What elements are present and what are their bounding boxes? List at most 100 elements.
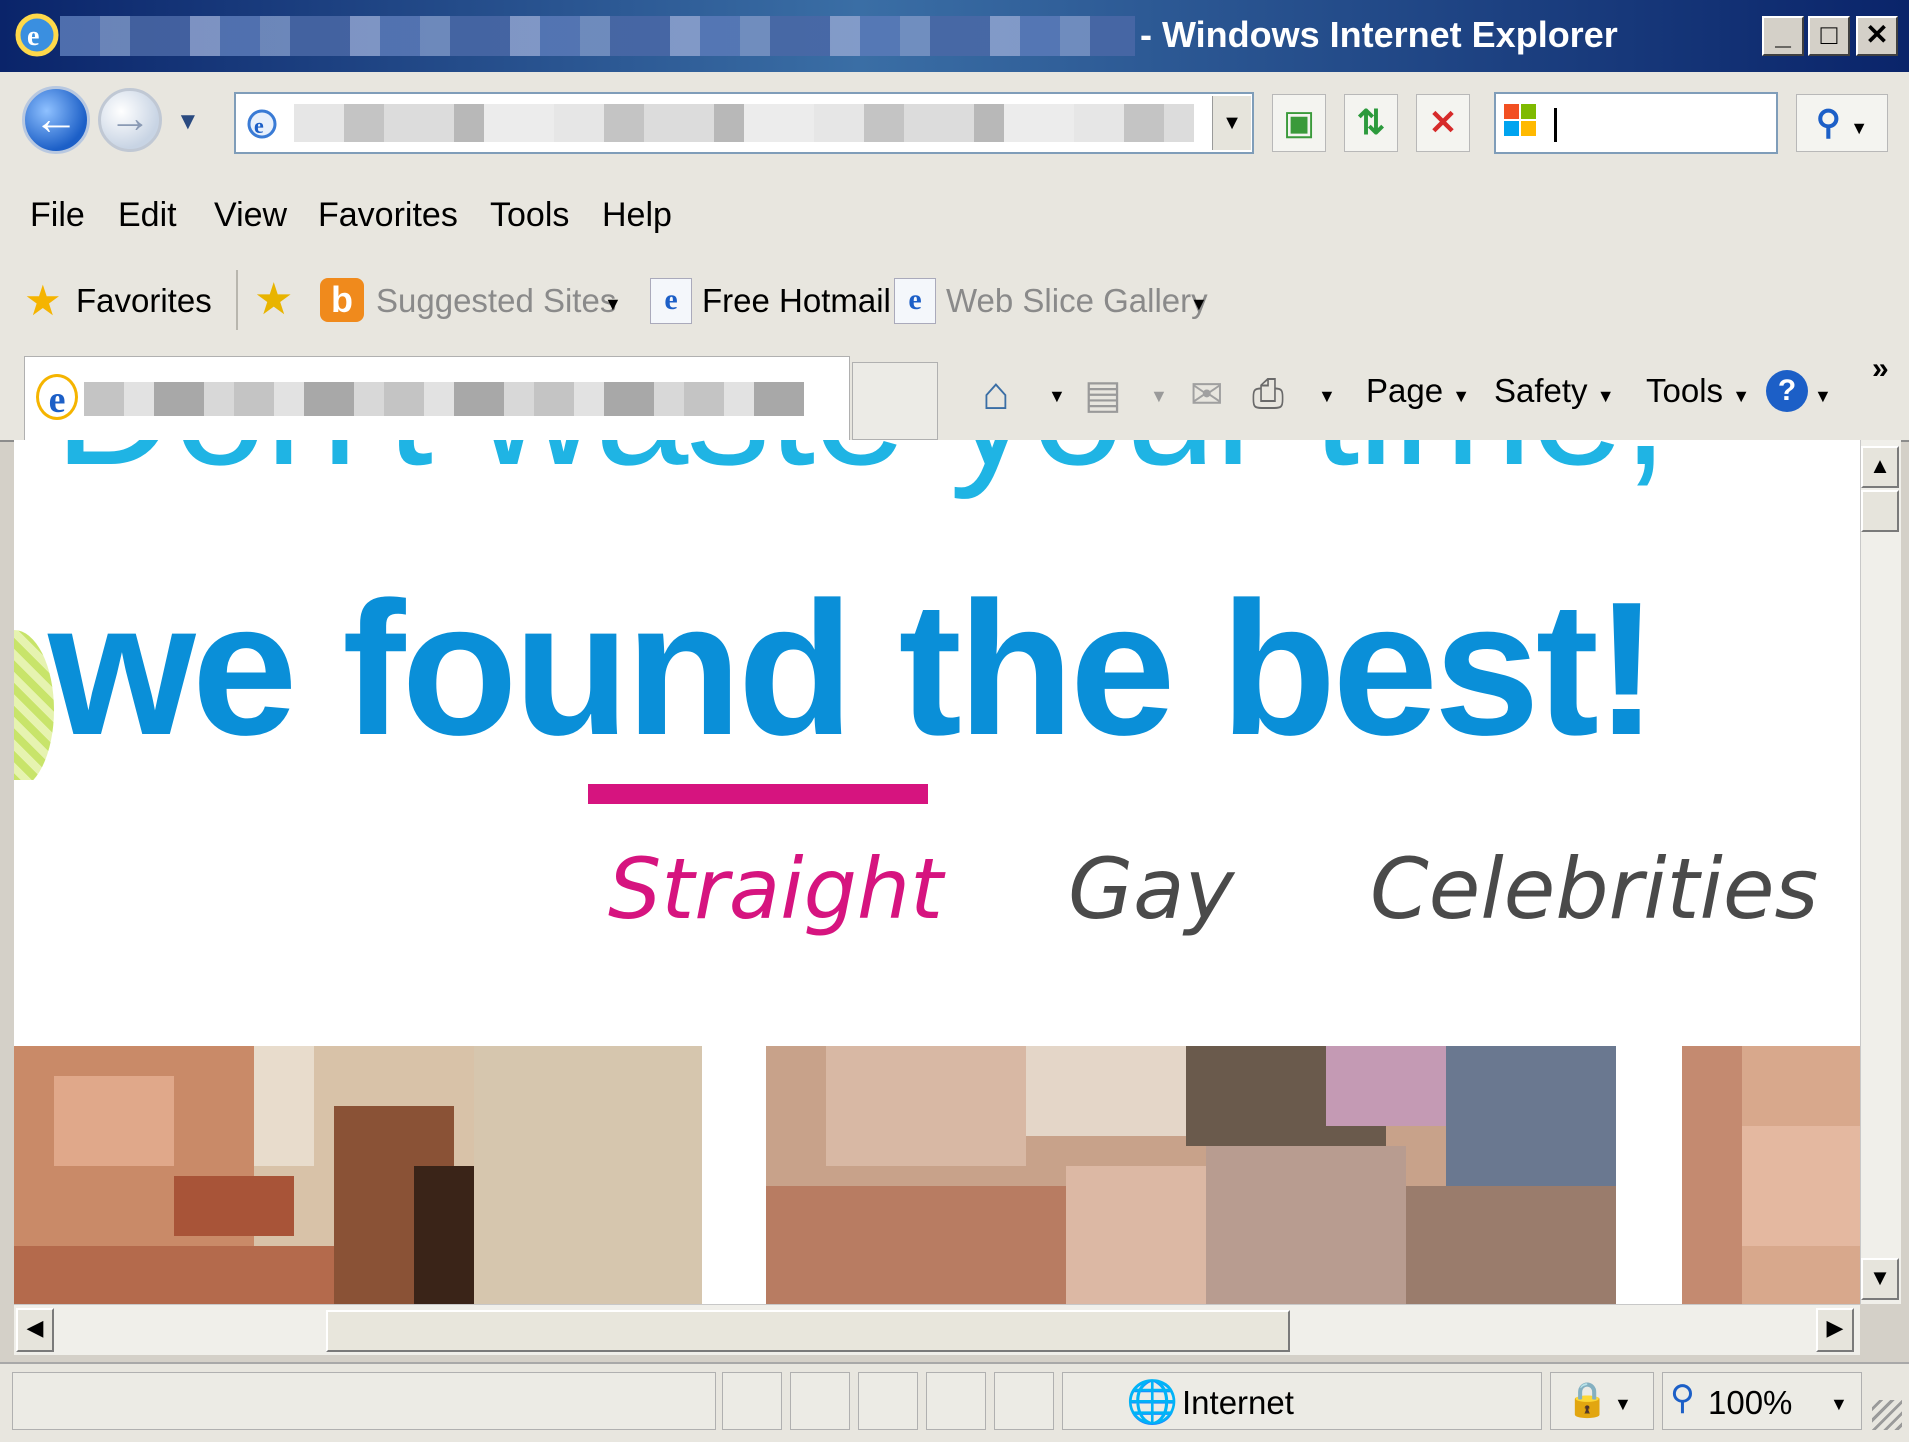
thumbnail-image[interactable] xyxy=(14,1046,702,1304)
chevron-down-icon[interactable]: ▼ xyxy=(1614,1394,1632,1415)
forward-button[interactable]: → xyxy=(98,88,162,152)
chevron-down-icon[interactable]: ▼ xyxy=(1814,386,1832,407)
headline-top: Don't waste your time, xyxy=(54,440,1669,503)
tab-title-redacted xyxy=(84,382,804,416)
chevron-down-icon[interactable]: ▼ xyxy=(1830,1394,1848,1415)
safety-menu[interactable]: Safety ▼ xyxy=(1494,372,1615,410)
scroll-right-button[interactable]: ▶ xyxy=(1816,1308,1854,1352)
tools-menu[interactable]: Tools ▼ xyxy=(1646,372,1750,410)
pixelated-image xyxy=(1682,1046,1860,1304)
document-icon: ▣ xyxy=(1282,104,1316,142)
scroll-down-button[interactable]: ▼ xyxy=(1861,1258,1899,1300)
menu-favorites[interactable]: Favorites xyxy=(318,196,458,235)
home-icon[interactable]: ⌂ xyxy=(982,366,1010,420)
arrow-down-icon: ▼ xyxy=(1869,1265,1891,1290)
title-redacted xyxy=(60,16,1135,56)
safety-menu-label: Safety xyxy=(1494,372,1588,409)
active-tab-indicator xyxy=(588,784,928,804)
toolbar-divider xyxy=(236,270,238,330)
stop-x-icon: ✕ xyxy=(1428,104,1458,142)
back-button[interactable]: ← xyxy=(22,86,90,154)
status-panel xyxy=(722,1372,782,1430)
menu-file[interactable]: File xyxy=(30,196,85,235)
chevron-down-icon[interactable]: ▼ xyxy=(604,294,622,315)
horizontal-scroll-thumb[interactable] xyxy=(326,1310,1290,1352)
page-menu[interactable]: Page ▼ xyxy=(1366,372,1470,410)
text-cursor xyxy=(1554,108,1557,142)
mail-icon[interactable]: ✉ xyxy=(1190,372,1224,418)
rss-feed-icon[interactable]: ▤ xyxy=(1084,372,1122,418)
ie-page-icon: e xyxy=(36,374,78,421)
scroll-up-button[interactable]: ▲ xyxy=(1861,446,1899,488)
chevron-down-icon[interactable]: ▼ xyxy=(1150,386,1168,407)
arrow-right-icon: ▶ xyxy=(1826,1315,1844,1340)
menu-help[interactable]: Help xyxy=(602,196,672,235)
page-icon: e xyxy=(244,104,280,142)
menu-edit[interactable]: Edit xyxy=(118,196,177,235)
chevron-down-icon: ▼ xyxy=(1222,112,1242,134)
pixelated-image xyxy=(14,1046,702,1304)
window-title: - Windows Internet Explorer xyxy=(1140,14,1618,55)
chevron-down-icon[interactable]: ▼ xyxy=(1190,294,1208,315)
security-zone-label: Internet xyxy=(1182,1384,1294,1421)
vertical-scroll-thumb[interactable] xyxy=(1861,490,1899,532)
refresh-button[interactable]: ⇅ xyxy=(1344,94,1398,152)
tools-menu-label: Tools xyxy=(1646,372,1724,409)
thumbnail-image[interactable] xyxy=(1682,1046,1860,1304)
vertical-scrollbar[interactable] xyxy=(1860,440,1901,1304)
favorites-label: Favorites xyxy=(76,282,212,319)
tab-celebrities[interactable]: Celebrities xyxy=(1370,840,1818,938)
page-content: Don't waste your time, we found the best… xyxy=(14,440,1860,1304)
ie-logo-icon: e xyxy=(14,12,60,58)
refresh-icon: ⇅ xyxy=(1356,104,1386,142)
free-hotmail-link[interactable]: Free Hotmail xyxy=(702,282,891,320)
close-button[interactable]: ✕ xyxy=(1856,16,1898,56)
arrow-up-icon: ▲ xyxy=(1869,453,1891,478)
bing-icon: b xyxy=(320,278,364,322)
pixelated-image xyxy=(766,1046,1616,1304)
print-icon[interactable]: ⎙ xyxy=(1252,372,1284,417)
headline-main: we found the best! xyxy=(48,563,1658,775)
zoom-level: 100% xyxy=(1708,1384,1793,1421)
chevron-down-icon[interactable]: ▼ xyxy=(1048,386,1066,407)
help-icon[interactable]: ? xyxy=(1766,370,1808,412)
zoom-icon: ⚲ xyxy=(1670,1379,1695,1417)
chevron-down-icon: ▼ xyxy=(176,108,200,135)
arrow-left-icon: ◀ xyxy=(26,1315,44,1340)
tab-gay[interactable]: Gay xyxy=(1068,840,1234,938)
lock-icon: 🔒 xyxy=(1566,1381,1609,1419)
status-panel xyxy=(858,1372,918,1430)
scroll-left-button[interactable]: ◀ xyxy=(16,1308,54,1352)
new-tab-button[interactable] xyxy=(852,362,938,440)
minimize-button[interactable]: _ xyxy=(1762,16,1804,56)
resize-grip[interactable] xyxy=(1872,1400,1902,1430)
ie-page-icon: e xyxy=(650,278,692,324)
page-menu-label: Page xyxy=(1366,372,1444,409)
status-panel xyxy=(994,1372,1054,1430)
maximize-button[interactable]: □ xyxy=(1808,16,1850,56)
status-text-panel xyxy=(12,1372,716,1430)
web-slice-gallery-link[interactable]: Web Slice Gallery xyxy=(946,282,1208,320)
chevron-down-icon: ▼ xyxy=(1452,386,1471,406)
recent-pages-dropdown[interactable]: ▼ xyxy=(176,108,200,136)
favorites-button[interactable]: ★ Favorites xyxy=(24,274,214,330)
more-commands-chevron[interactable]: » xyxy=(1872,352,1889,386)
url-redacted xyxy=(294,104,1194,142)
address-dropdown-button[interactable]: ▼ xyxy=(1212,96,1251,150)
add-to-favorites-icon[interactable]: ★ xyxy=(254,274,293,325)
svg-text:e: e xyxy=(254,113,264,138)
tab-straight[interactable]: Straight xyxy=(608,840,943,938)
chevron-down-icon: ▼ xyxy=(1850,118,1869,138)
globe-icon: 🌐 xyxy=(1126,1378,1179,1425)
search-button[interactable]: ⚲ ▼ xyxy=(1796,94,1888,152)
menu-tools[interactable]: Tools xyxy=(490,196,569,235)
svg-text:e: e xyxy=(27,21,39,52)
stop-button[interactable]: ✕ xyxy=(1416,94,1470,152)
chevron-down-icon: ▼ xyxy=(1596,386,1615,406)
menu-view[interactable]: View xyxy=(214,196,287,235)
suggested-sites-link[interactable]: Suggested Sites xyxy=(376,282,616,320)
chevron-down-icon[interactable]: ▼ xyxy=(1318,386,1336,407)
arrow-right-icon: → xyxy=(109,94,151,141)
compatibility-view-button[interactable]: ▣ xyxy=(1272,94,1326,152)
thumbnail-image[interactable] xyxy=(766,1046,1616,1304)
